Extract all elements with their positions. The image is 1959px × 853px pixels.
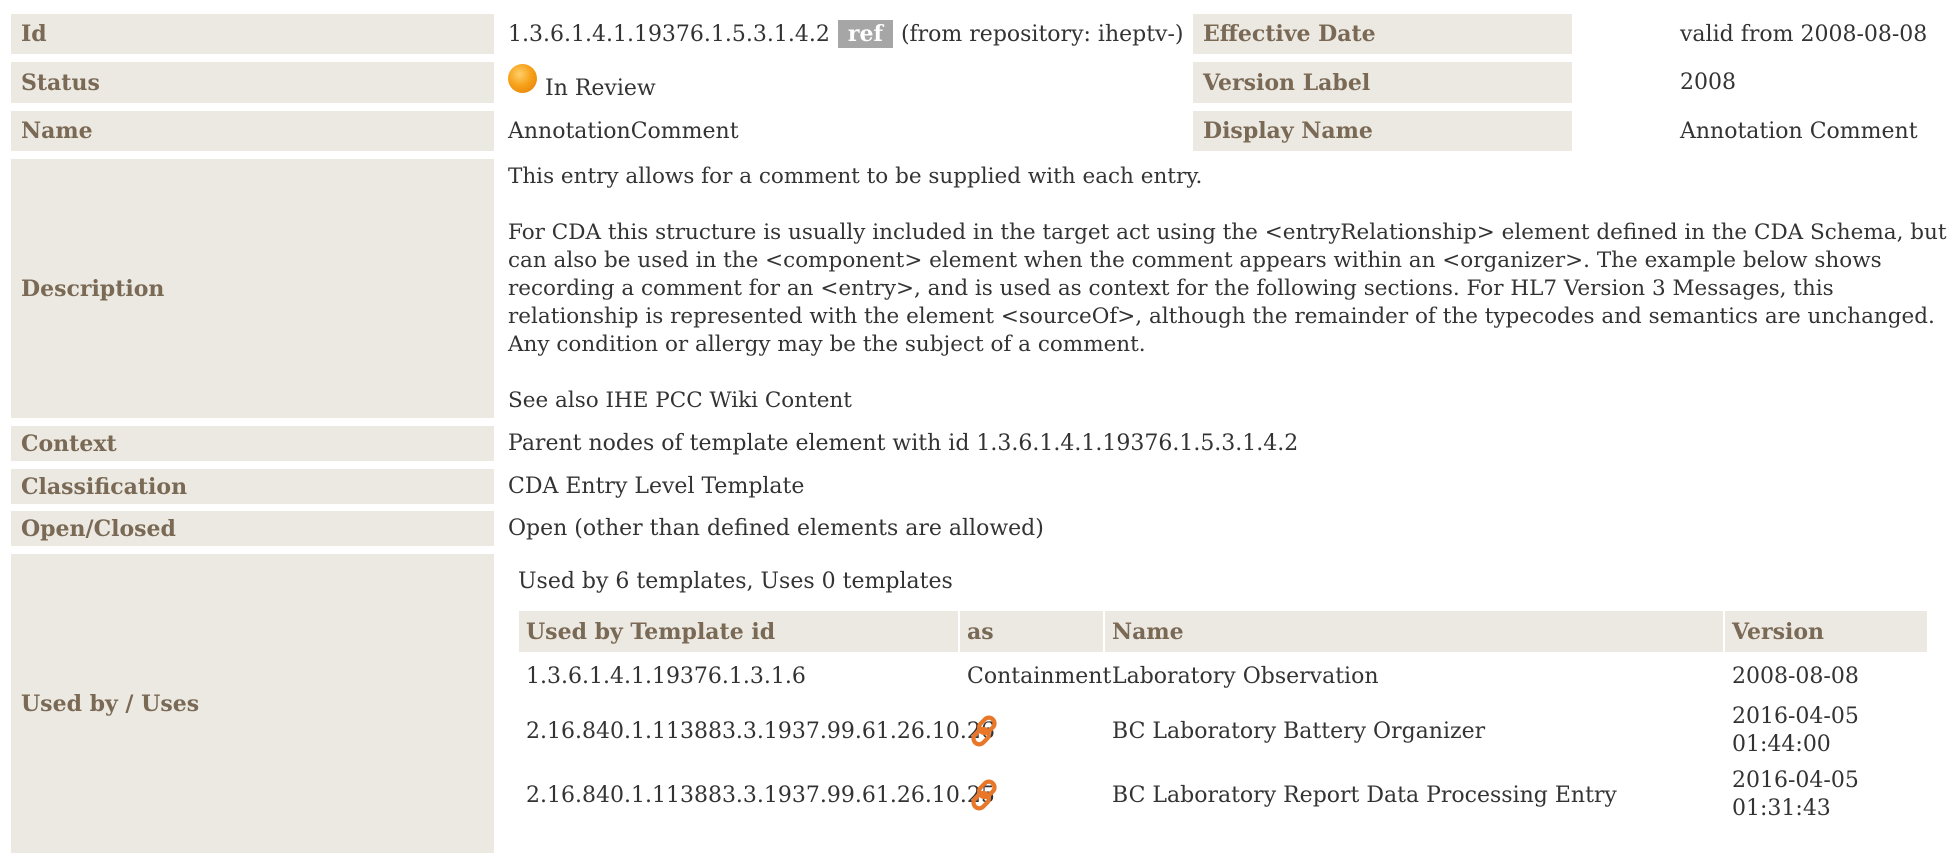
classification-label: Classification: [11, 469, 494, 504]
row-template-id[interactable]: 1.3.6.1.4.1.19376.1.3.1.6: [519, 656, 806, 696]
description-label: Description: [11, 159, 494, 418]
id-label: Id: [11, 14, 494, 54]
column-header-version: Version: [1725, 611, 1927, 652]
display-name-value: Annotation Comment: [1680, 118, 1918, 144]
row-template-name[interactable]: Laboratory Observation: [1105, 656, 1379, 696]
context-value: Parent nodes of template element with id…: [508, 431, 1299, 456]
row-version: 2016-04-05 01:31:43: [1732, 768, 1859, 821]
ref-badge[interactable]: ref: [837, 20, 893, 48]
row-version: 2016-04-05 01:44:00: [1732, 704, 1859, 757]
description-paragraph-3: See also IHE PCC Wiki Content: [508, 388, 852, 413]
context-label: Context: [11, 426, 494, 461]
usage-summary: Used by 6 templates, Uses 0 templates: [518, 568, 953, 594]
column-header-template-id: Used by Template id: [519, 611, 958, 652]
row-template-name[interactable]: BC Laboratory Report Data Processing Ent…: [1105, 765, 1617, 825]
row-version: 2008-08-08: [1732, 663, 1859, 689]
id-value-row: 1.3.6.1.4.1.19376.1.5.3.1.4.2 ref (from …: [508, 14, 1184, 54]
row-template-name[interactable]: BC Laboratory Battery Organizer: [1105, 701, 1485, 761]
column-header-as: as: [960, 611, 1103, 652]
status-label: Status: [11, 62, 494, 103]
row-relation-as: Containment: [967, 663, 1112, 689]
row-template-id[interactable]: 2.16.840.1.113883.3.1937.99.61.26.10.26: [519, 701, 995, 761]
open-closed-value: Open (other than defined elements are al…: [508, 516, 1044, 541]
description-paragraph-2: For CDA this structure is usually includ…: [508, 220, 1947, 357]
classification-value: CDA Entry Level Template: [508, 474, 805, 499]
display-name-label: Display Name: [1193, 111, 1572, 151]
row-template-id[interactable]: 2.16.840.1.113883.3.1937.99.61.26.10.25: [519, 765, 995, 825]
column-header-name: Name: [1105, 611, 1723, 652]
row-relation-as[interactable]: [960, 765, 1001, 825]
effective-date-label: Effective Date: [1193, 14, 1572, 54]
name-value: AnnotationComment: [508, 118, 739, 144]
description-paragraph-1: This entry allows for a comment to be su…: [508, 164, 1203, 189]
template-id-value: 1.3.6.1.4.1.19376.1.5.3.1.4.2: [508, 21, 830, 47]
version-label-value: 2008: [1680, 70, 1736, 95]
status-value: In Review: [545, 76, 656, 101]
link-icon[interactable]: [967, 714, 1001, 748]
name-label: Name: [11, 111, 494, 151]
link-icon[interactable]: [967, 778, 1001, 812]
repository-note: (from repository: iheptv-): [900, 21, 1184, 47]
effective-date-value: valid from 2008-08-08: [1680, 21, 1928, 47]
used-by-uses-label: Used by / Uses: [11, 554, 494, 853]
open-closed-label: Open/Closed: [11, 511, 494, 546]
status-value-row: In Review: [508, 62, 656, 103]
row-relation-as[interactable]: [960, 701, 1001, 761]
version-label-label: Version Label: [1193, 62, 1572, 103]
status-in-review-icon: [508, 64, 537, 93]
description-text: This entry allows for a comment to be su…: [508, 159, 1948, 415]
